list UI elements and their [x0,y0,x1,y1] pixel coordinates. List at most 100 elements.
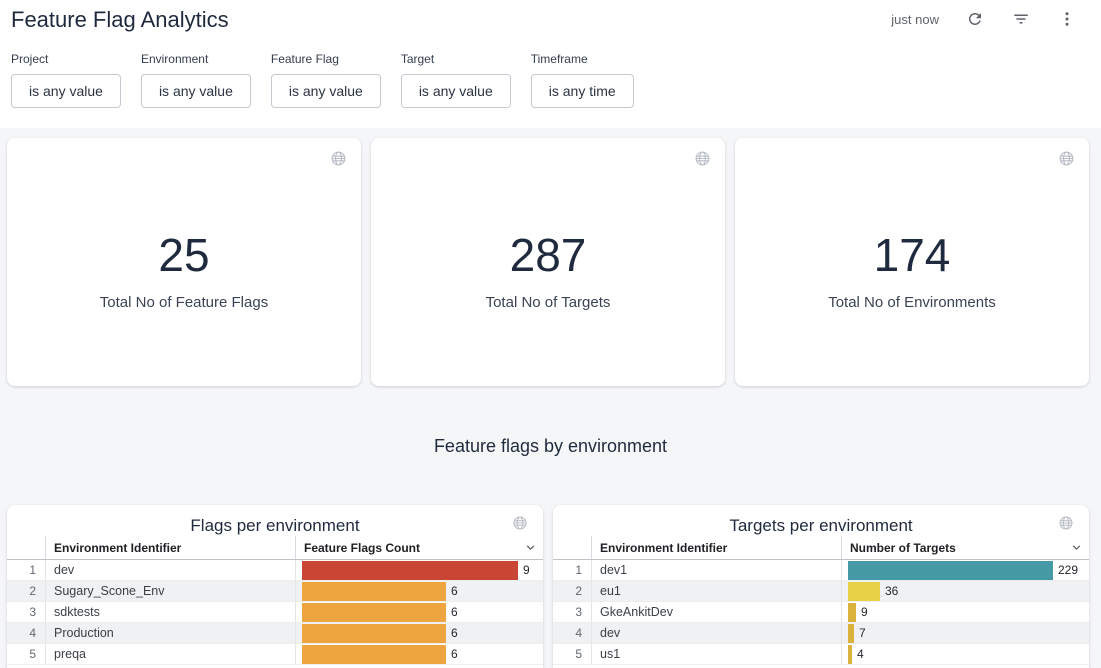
filter-label: Target [401,52,511,66]
globe-icon [330,150,347,167]
kpi-value: 25 [158,232,209,278]
table-header: Environment IdentifierFeature Flags Coun… [7,536,543,560]
dashboard-body: 25Total No of Feature Flags287Total No o… [0,128,1101,668]
dashboard-page: Feature Flag Analytics just now Projecti… [0,0,1101,668]
row-number: 4 [7,623,45,643]
value-bar [848,582,880,601]
value-label: 229 [1058,563,1078,577]
kpi-label: Total No of Environments [828,294,996,311]
filter-value-button[interactable]: is any value [11,74,121,108]
row-number-column-header [7,536,45,559]
value-bar [848,603,856,622]
environment-identifier-cell: dev1 [591,560,841,580]
row-number: 2 [553,581,591,601]
value-label: 6 [451,584,458,598]
environment-identifier-cell: sdktests [45,602,295,622]
filter-value-button[interactable]: is any value [271,74,381,108]
row-number: 1 [553,560,591,580]
value-bar [302,561,518,580]
chevron-down-icon[interactable] [1069,540,1084,555]
value-bar [848,561,1053,580]
column-header-measure[interactable]: Number of Targets [841,536,1089,559]
environment-identifier-cell: Sugary_Scone_Env [45,581,295,601]
measure-cell: 6 [295,644,543,664]
filter-label: Timeframe [531,52,634,66]
filter-icon[interactable] [1011,9,1031,29]
value-label: 6 [451,626,458,640]
table-title: Targets per environment [553,505,1089,536]
environment-identifier-cell: Production [45,623,295,643]
table-row[interactable]: 4dev7 [553,623,1089,644]
environment-identifier-cell: GkeAnkitDev [591,602,841,622]
globe-icon [512,515,528,531]
filter-feature-flag: Feature Flag is any value [271,52,381,108]
refresh-icon[interactable] [965,9,985,29]
filter-label: Feature Flag [271,52,381,66]
filter-value-button[interactable]: is any value [141,74,251,108]
measure-cell: 36 [841,581,1089,601]
table-row[interactable]: 1dev1 229 [553,560,1089,581]
chevron-down-icon[interactable] [523,540,538,555]
table-row[interactable]: 2eu136 [553,581,1089,602]
filter-target: Target is any value [401,52,511,108]
table-row[interactable]: 5us14 [553,644,1089,665]
value-label: 6 [451,605,458,619]
environment-identifier-cell: us1 [591,644,841,664]
table-row[interactable]: 3sdktests6 [7,602,543,623]
environment-identifier-cell: dev [45,560,295,580]
column-header-label: Number of Targets [850,541,956,555]
value-label: 9 [523,563,530,577]
filter-project: Projectis any value [11,52,121,108]
kpi-value: 174 [874,232,951,278]
section-title: Feature flags by environment [0,436,1101,457]
row-number: 5 [7,644,45,664]
measure-cell: 229 [841,560,1089,580]
column-header-measure[interactable]: Feature Flags Count [295,536,543,559]
kpi-row: 25Total No of Feature Flags287Total No o… [0,138,1101,386]
table-row[interactable]: 4Production 6 [7,623,543,644]
row-number: 4 [553,623,591,643]
row-number-column-header [553,536,591,559]
page-title: Feature Flag Analytics [11,6,229,34]
measure-cell: 9 [295,560,543,580]
measure-cell: 6 [295,623,543,643]
value-bar [848,645,852,664]
value-label: 36 [885,584,898,598]
kpi-tile-1: 25 Total No of Feature Flags [7,138,361,386]
table-body: 1dev12292eu1363GkeAnkitDev94dev75us14 [553,560,1089,665]
globe-icon [1058,150,1075,167]
row-number: 1 [7,560,45,580]
table-row[interactable]: 2Sugary_Scone_Env 6 [7,581,543,602]
measure-cell: 6 [295,581,543,601]
row-number: 2 [7,581,45,601]
environment-identifier-cell: preqa [45,644,295,664]
measure-cell: 9 [841,602,1089,622]
measure-cell: 6 [295,602,543,622]
kpi-tile-3: 174 Total No of Environments [735,138,1089,386]
globe-icon [1058,515,1074,531]
value-label: 6 [451,647,458,661]
value-bar [302,645,446,664]
table-row[interactable]: 3GkeAnkitDev9 [553,602,1089,623]
filter-value-button[interactable]: is any time [531,74,634,108]
column-header-environment-identifier[interactable]: Environment Identifier [45,536,295,559]
value-bar [302,624,446,643]
table-card-targets-per-environment: Targets per environment Environment Iden… [553,505,1089,668]
value-bar [848,624,854,643]
filter-timeframe: Timeframe is any time [531,52,634,108]
table-row[interactable]: 1dev 9 [7,560,543,581]
kebab-menu-icon[interactable] [1057,9,1077,29]
kpi-tile-2: 287Total No of Targets [371,138,725,386]
value-label: 9 [861,605,868,619]
header-controls: just now [891,9,1077,29]
value-label: 4 [857,647,864,661]
dashboard-header: Feature Flag Analytics just now [0,0,1101,46]
kpi-value: 287 [510,232,587,278]
table-row[interactable]: 5preqa 6 [7,644,543,665]
filter-value-button[interactable]: is any value [401,74,511,108]
measure-cell: 7 [841,623,1089,643]
column-header-environment-identifier[interactable]: Environment Identifier [591,536,841,559]
kpi-label: Total No of Feature Flags [100,294,268,311]
globe-icon [694,150,711,167]
value-bar [302,603,446,622]
